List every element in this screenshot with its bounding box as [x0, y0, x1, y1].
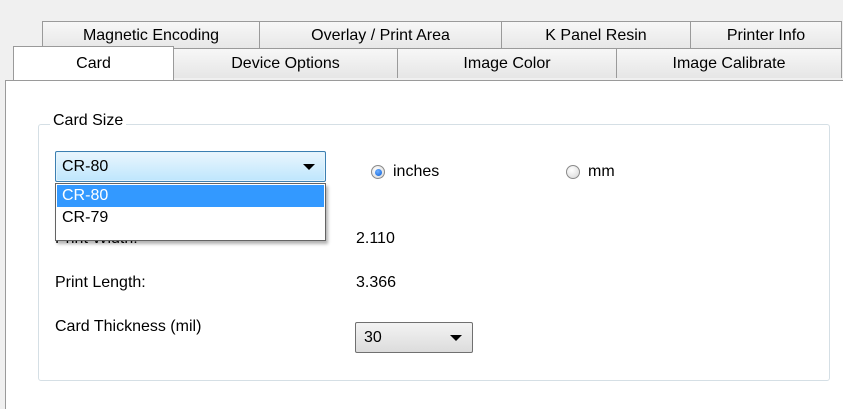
card-size-dropdown[interactable]: CR-80: [55, 151, 326, 182]
mm-radio-label: mm: [588, 163, 615, 180]
chevron-down-icon: [303, 163, 315, 170]
print-width-value: 2.110: [356, 230, 395, 247]
mm-radio[interactable]: mm: [566, 163, 615, 181]
tab-label: Card: [76, 54, 111, 72]
radio-unselected-icon: [566, 165, 580, 179]
card-thickness-dropdown[interactable]: 30: [355, 322, 473, 353]
tab-card[interactable]: Card: [13, 46, 174, 80]
tab-label: K Panel Resin: [545, 27, 647, 44]
tab-label: Image Color: [463, 54, 551, 72]
tab-k-panel-resin[interactable]: K Panel Resin: [501, 21, 691, 51]
tab-image-color[interactable]: Image Color: [397, 48, 617, 78]
tab-device-options[interactable]: Device Options: [173, 48, 398, 78]
card-thickness-label: Card Thickness (mil): [55, 318, 202, 335]
card-thickness-value: 30: [364, 328, 382, 346]
tab-label: Image Calibrate: [672, 54, 786, 72]
chevron-down-icon: [450, 334, 462, 341]
tab-label: Device Options: [231, 54, 340, 72]
inches-radio[interactable]: inches: [371, 163, 439, 181]
dropdown-option-cr-80[interactable]: CR-80: [57, 185, 324, 207]
card-size-value: CR-80: [62, 157, 109, 175]
tab-printer-info[interactable]: Printer Info: [690, 21, 842, 51]
card-size-group-label: Card Size: [50, 112, 127, 130]
tab-label: Printer Info: [726, 27, 806, 44]
tab-overlay-print-area[interactable]: Overlay / Print Area: [259, 21, 502, 51]
printer-preferences-dialog: Magnetic Encoding Overlay / Print Area K…: [0, 0, 843, 409]
tab-label: Magnetic Encoding: [82, 27, 220, 44]
inches-radio-label: inches: [393, 163, 440, 180]
tab-label: Overlay / Print Area: [311, 27, 450, 44]
tab-image-calibrate[interactable]: Image Calibrate: [616, 48, 842, 78]
radio-selected-icon: [371, 165, 385, 179]
dropdown-option-cr-79[interactable]: CR-79: [57, 207, 324, 229]
card-size-dropdown-list: CR-80 CR-79: [55, 183, 326, 241]
print-length-value: 3.366: [356, 274, 397, 291]
print-length-label: Print Length:: [55, 274, 146, 291]
